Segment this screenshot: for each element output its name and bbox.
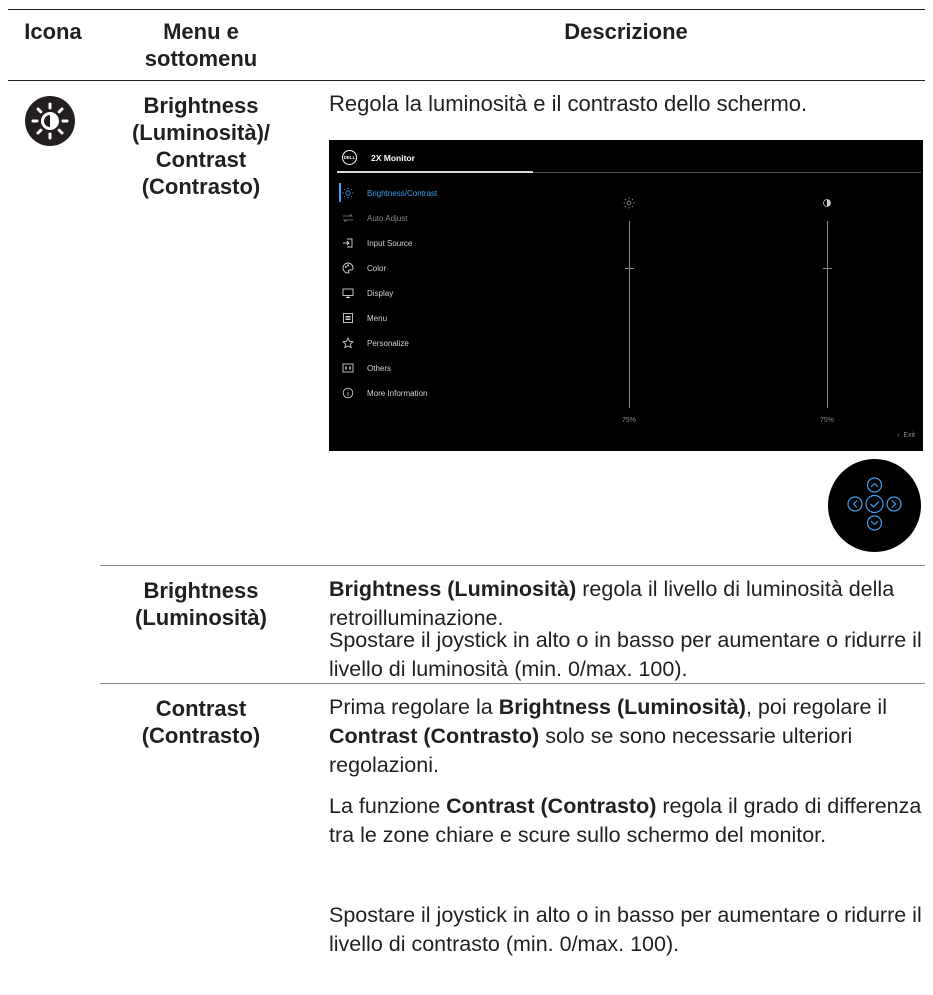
- chevron-left-icon: ‹: [897, 432, 900, 439]
- contrast-joystick-hint: Spostare il joystick in alto o in basso …: [329, 903, 922, 956]
- osd-item-auto-adjust[interactable]: Auto Adjust: [341, 211, 407, 225]
- star-icon: [341, 336, 355, 350]
- display-monitor-icon: [341, 286, 355, 300]
- osd-item-label: Color: [367, 263, 387, 273]
- left-arrow-icon: [847, 496, 863, 512]
- brightness-sun-icon: [25, 96, 75, 146]
- dell-logo: DELL: [342, 150, 357, 165]
- osd-item-label: Display: [367, 288, 394, 298]
- info-icon: [341, 386, 355, 400]
- osd-item-more-information[interactable]: More Information: [341, 386, 427, 400]
- osd-item-menu[interactable]: Menu: [341, 311, 387, 325]
- osd-item-label: Input Source: [367, 238, 413, 248]
- osd-item-input-source[interactable]: Input Source: [341, 236, 412, 250]
- sun-icon: [341, 186, 355, 200]
- osd-divider-highlight: [337, 171, 533, 173]
- osd-item-label: Auto Adjust: [367, 213, 408, 223]
- submenu-contrast: Contrast (Contrasto): [141, 696, 261, 748]
- joystick-control: [828, 459, 921, 552]
- table-top-rule: [8, 9, 925, 10]
- menu-icon: [341, 311, 355, 325]
- header-icona: Icona: [24, 19, 82, 44]
- down-arrow-icon: [866, 515, 883, 531]
- table-header-rule: [8, 80, 925, 81]
- row-separator: [100, 565, 925, 566]
- osd-exit-label: Exit: [903, 432, 915, 439]
- brightness-slider-handle[interactable]: [625, 267, 634, 269]
- check-icon: [865, 494, 884, 514]
- up-arrow-icon: [866, 477, 883, 493]
- osd-item-label: Brightness/Contrast: [367, 188, 438, 198]
- contrast-slider-handle[interactable]: [823, 267, 832, 269]
- osd-item-display[interactable]: Display: [341, 286, 393, 300]
- contrast-value: 75%: [820, 417, 835, 424]
- right-arrow-icon: [886, 496, 902, 512]
- input-source-icon: [341, 236, 355, 250]
- header-menu: Menu e sottomenu: [144, 19, 258, 71]
- contrast-description-1: Prima regolare la Brightness (Luminosità…: [329, 695, 887, 777]
- osd-item-color[interactable]: Color: [341, 261, 386, 275]
- osd-exit[interactable]: ‹ Exit: [897, 432, 915, 439]
- osd-item-label: Menu: [367, 313, 388, 323]
- brightness-description: Brightness (Luminosità) regola il livell…: [329, 577, 895, 630]
- brightness-value: 75%: [622, 417, 637, 424]
- brightness-slider-icon: [623, 197, 635, 211]
- header-descrizione: Descrizione: [564, 19, 688, 44]
- osd-item-others[interactable]: Others: [341, 361, 391, 375]
- osd-menu-screenshot: DELL 2X Monitor Brightness/Contrast Auto…: [329, 140, 923, 451]
- osd-item-label: More Information: [367, 388, 428, 398]
- osd-item-label: Personalize: [367, 338, 409, 348]
- color-palette-icon: [341, 261, 355, 275]
- osd-title: 2X Monitor: [371, 153, 415, 163]
- contrast-slider-icon: [822, 198, 832, 210]
- others-icon: [341, 361, 355, 375]
- auto-adjust-icon: [341, 211, 355, 225]
- submenu-brightness: Brightness (Luminosità): [135, 578, 267, 630]
- osd-item-brightness-contrast[interactable]: Brightness/Contrast: [341, 186, 437, 200]
- row1-description: Regola la luminosità e il contrasto dell…: [329, 91, 808, 116]
- osd-item-personalize[interactable]: Personalize: [341, 336, 409, 350]
- brightness-joystick-hint: Spostare il joystick in alto o in basso …: [329, 628, 922, 681]
- brightness-slider[interactable]: [629, 221, 630, 408]
- menu-brightness-contrast: Brightness (Luminosità)/ Contrast (Contr…: [131, 93, 271, 199]
- contrast-slider[interactable]: [827, 221, 828, 408]
- osd-item-label: Others: [367, 363, 392, 373]
- contrast-description-2: La funzione Contrast (Contrasto) regola …: [329, 794, 922, 847]
